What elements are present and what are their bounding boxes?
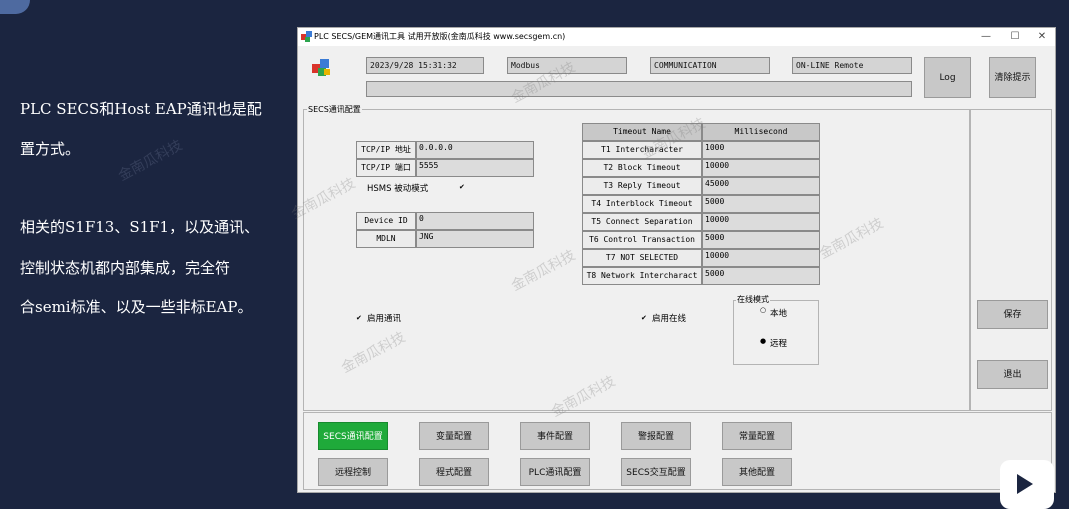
mdln-label: MDLN [356, 230, 416, 248]
enable-online-label: 启用在线 [652, 314, 687, 324]
nav-variable-config[interactable]: 变量配置 [419, 422, 489, 450]
secs-config-group-label: SECS通讯配置 [307, 104, 362, 115]
close-button[interactable]: ✕ [1030, 30, 1054, 44]
maximize-button[interactable]: ☐ [1003, 30, 1027, 44]
window-title: PLC SECS/GEM通讯工具 试用开放版(金南瓜科技 www.secsgem… [314, 32, 566, 41]
log-button[interactable]: Log [924, 57, 971, 98]
timeout-row-name: T6 Control Transaction [582, 231, 702, 249]
nav-event-config[interactable]: 事件配置 [520, 422, 590, 450]
timeout-row-name: T2 Block Timeout [582, 159, 702, 177]
nav-secs-interaction-config[interactable]: SECS交互配置 [621, 458, 691, 486]
slide-text-line-2: 置方式。 [20, 140, 81, 158]
timeout-row-value[interactable]: 10000 [702, 249, 820, 267]
timeout-row-value[interactable]: 45000 [702, 177, 820, 195]
title-bar: PLC SECS/GEM通讯工具 试用开放版(金南瓜科技 www.secsgem… [298, 28, 1055, 46]
message-display [366, 81, 912, 97]
timeout-row-name: T3 Reply Timeout [582, 177, 702, 195]
timeout-row-value[interactable]: 5000 [702, 267, 820, 285]
timeouts-header-ms: Millisecond [702, 123, 820, 141]
timeout-row-value[interactable]: 1000 [702, 141, 820, 159]
minimize-button[interactable]: — [974, 30, 998, 44]
slide-text-line-1: PLC SECS和Host EAP通讯也是配 [20, 100, 262, 118]
nav-alarm-config[interactable]: 警报配置 [621, 422, 691, 450]
timeout-row-value[interactable]: 5000 [702, 195, 820, 213]
timeout-row-name: T8 Network Intercharact [582, 267, 702, 285]
nav-recipe-config[interactable]: 程式配置 [419, 458, 489, 486]
nav-secs-config[interactable]: SECS通讯配置 [318, 422, 388, 450]
clear-messages-button[interactable]: 清除提示 [989, 57, 1036, 98]
hsms-passive-checkbox[interactable]: ✔ [459, 184, 466, 191]
mdln-field[interactable]: JNG [416, 230, 534, 248]
radio-local-label: 本地 [770, 309, 788, 319]
app-icon [301, 31, 312, 42]
timeout-row-name: T1 Intercharacter [582, 141, 702, 159]
comm-state-display: COMMUNICATION [650, 57, 770, 74]
enable-comm-checkbox[interactable]: ✔ [356, 315, 363, 322]
radio-remote-label: 远程 [770, 339, 788, 349]
tcp-ip-label: TCP/IP 地址 [356, 141, 416, 159]
hsms-passive-label: HSMS 被动模式 [367, 184, 429, 194]
online-mode-label: 在线模式 [736, 294, 770, 305]
exit-button[interactable]: 退出 [977, 360, 1048, 389]
timeout-row-name: T4 Interblock Timeout [582, 195, 702, 213]
app-window: PLC SECS/GEM通讯工具 试用开放版(金南瓜科技 www.secsgem… [289, 27, 1056, 493]
timeout-row-name: T7 NOT SELECTED [582, 249, 702, 267]
slide-text-line-3: 相关的S1F13、S1F1，以及通讯、 [20, 218, 260, 236]
corner-decoration [0, 0, 30, 14]
tcp-port-field[interactable]: 5555 [416, 159, 534, 177]
enable-online-checkbox[interactable]: ✔ [641, 315, 648, 322]
video-play-icon[interactable] [1000, 460, 1054, 509]
app-logo-icon [312, 59, 330, 76]
save-button[interactable]: 保存 [977, 300, 1048, 329]
nav-remote-control[interactable]: 远程控制 [318, 458, 388, 486]
device-id-field[interactable]: 0 [416, 212, 534, 230]
timeout-row-value[interactable]: 5000 [702, 231, 820, 249]
radio-remote[interactable]: ● [760, 337, 766, 345]
radio-local[interactable]: ○ [760, 306, 766, 314]
protocol-display: Modbus [507, 57, 627, 74]
watermark: 金南瓜科技 [115, 137, 186, 185]
nav-other-config[interactable]: 其他配置 [722, 458, 792, 486]
tcp-ip-field[interactable]: 0.0.0.0 [416, 141, 534, 159]
tcp-port-label: TCP/IP 端口 [356, 159, 416, 177]
nav-constant-config[interactable]: 常量配置 [722, 422, 792, 450]
nav-plc-comm-config[interactable]: PLC通讯配置 [520, 458, 590, 486]
datetime-display: 2023/9/28 15:31:32 [366, 57, 484, 74]
control-state-display: ON-LINE Remote [792, 57, 912, 74]
enable-comm-label: 启用通讯 [367, 314, 402, 324]
device-id-label: Device ID [356, 212, 416, 230]
timeout-row-name: T5 Connect Separation [582, 213, 702, 231]
timeout-row-value[interactable]: 10000 [702, 159, 820, 177]
slide-text-line-4: 控制状态机都内部集成，完全符 [20, 259, 231, 277]
timeouts-header-name: Timeout Name [582, 123, 702, 141]
slide-text-line-5: 合semi标准、以及一些非标EAP。 [20, 298, 253, 316]
timeout-row-value[interactable]: 10000 [702, 213, 820, 231]
